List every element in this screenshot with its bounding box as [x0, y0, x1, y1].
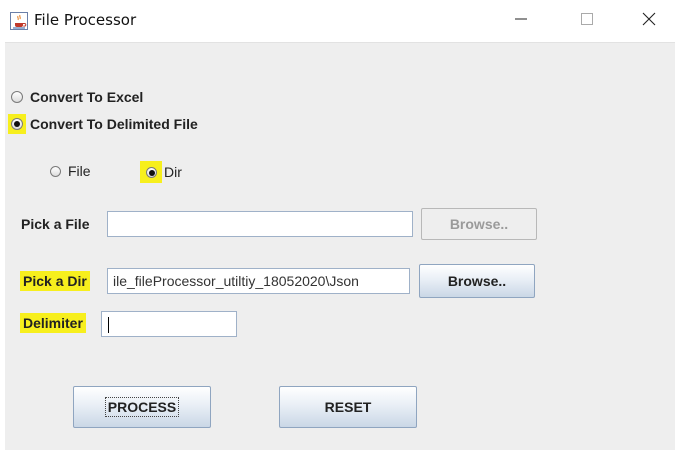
reset-label: RESET	[324, 399, 372, 415]
maximize-icon	[581, 12, 593, 30]
radio-button-wrap	[8, 114, 26, 134]
close-icon	[642, 12, 656, 31]
close-button[interactable]	[626, 0, 672, 42]
minimize-button[interactable]	[498, 0, 544, 42]
dir-browse-label: Browse..	[447, 273, 507, 289]
pick-dir-label: Pick a Dir	[20, 271, 90, 291]
file-processor-window: File Processor Convert To Excel Convert …	[0, 0, 675, 450]
radio-label-dir: Dir	[164, 164, 182, 180]
minimize-icon	[515, 12, 527, 30]
maximize-button[interactable]	[564, 0, 610, 42]
delimiter-label: Delimiter	[20, 313, 86, 333]
radio-button-wrap	[8, 87, 26, 107]
dir-path-input[interactable]: ile_fileProcessor_utiltiy_18052020\Json	[107, 268, 410, 294]
radio-convert-to-excel[interactable]: Convert To Excel	[8, 87, 143, 107]
dir-browse-button[interactable]: Browse..	[419, 264, 535, 298]
window-left-edge	[0, 42, 5, 450]
radio-label-delimited: Convert To Delimited File	[30, 116, 198, 132]
java-cup-icon	[10, 12, 28, 30]
radio-label-file: File	[68, 163, 91, 179]
reset-button[interactable]: RESET	[279, 386, 417, 428]
radio-selected-icon	[145, 166, 157, 178]
text-caret	[108, 317, 109, 334]
radio-convert-to-delimited[interactable]: Convert To Delimited File	[8, 114, 198, 134]
process-button[interactable]: PROCESS	[73, 386, 211, 428]
delimiter-input[interactable]	[101, 311, 237, 337]
radio-button-wrap	[48, 161, 62, 181]
file-browse-button[interactable]: Browse..	[421, 208, 537, 240]
window-title: File Processor	[34, 11, 137, 29]
radio-source-file[interactable]: File	[48, 161, 91, 181]
file-browse-label: Browse..	[449, 216, 509, 232]
file-path-input[interactable]	[107, 211, 413, 237]
radio-source-dir[interactable]: Dir	[140, 161, 182, 183]
radio-unselected-icon	[11, 91, 23, 103]
radio-unselected-icon	[49, 165, 61, 177]
radio-label-excel: Convert To Excel	[30, 89, 144, 105]
title-bar: File Processor	[0, 0, 675, 43]
pick-file-label: Pick a File	[21, 216, 90, 232]
process-label: PROCESS	[104, 397, 180, 417]
radio-selected-icon	[11, 118, 23, 130]
radio-button-wrap	[140, 161, 162, 183]
